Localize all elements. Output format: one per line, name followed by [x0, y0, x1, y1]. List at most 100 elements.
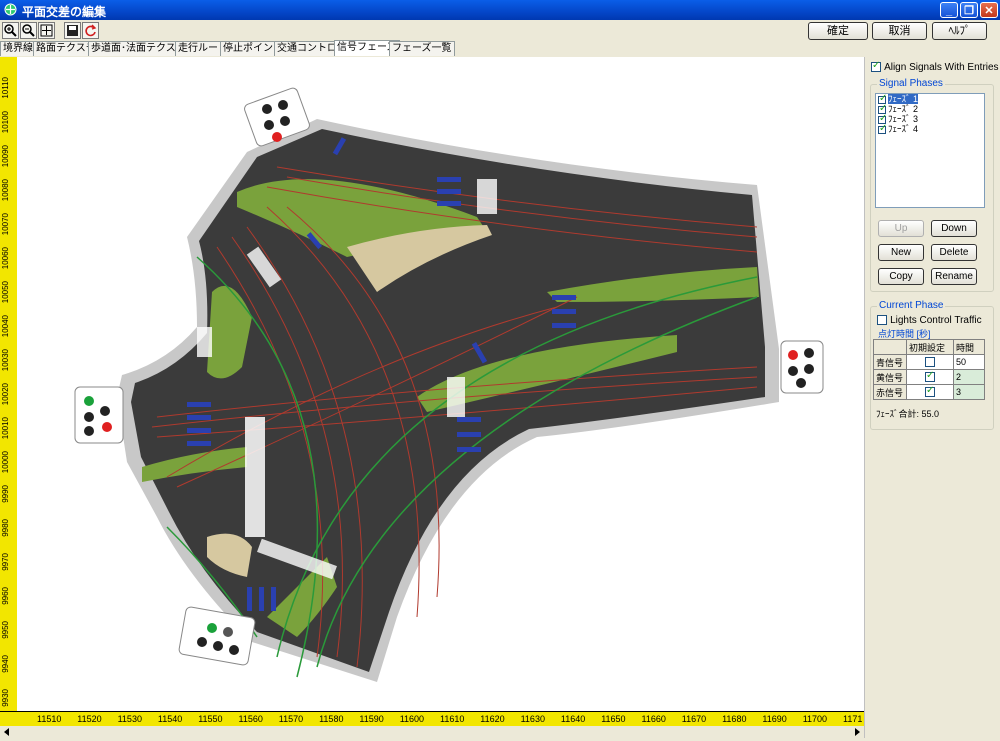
table-row: 青信号 50 — [873, 354, 985, 370]
x-ruler-label: 11700 — [802, 714, 828, 724]
refresh-icon — [85, 24, 97, 37]
signal-phases-title: Signal Phases — [877, 78, 945, 89]
zoom-out-button[interactable] — [20, 22, 37, 39]
y-ruler-label: 9970 — [1, 553, 10, 571]
x-ruler-label: 11530 — [117, 714, 142, 724]
row-init-checkbox[interactable] — [925, 370, 935, 383]
x-ruler-label: 11580 — [319, 714, 344, 724]
app-icon — [4, 3, 17, 16]
row-init-cell[interactable] — [906, 354, 954, 370]
y-ruler-label: 10030 — [1, 349, 10, 372]
y-ruler-label: 10070 — [1, 213, 10, 236]
signal-east — [780, 340, 824, 394]
row-init-cell[interactable] — [906, 369, 954, 385]
delete-button[interactable]: Delete — [931, 244, 977, 261]
row-init-checkbox[interactable] — [925, 357, 935, 368]
lights-control-checkbox[interactable] — [877, 315, 887, 326]
save-button[interactable] — [64, 22, 81, 39]
intersection-canvas[interactable] — [17, 57, 864, 711]
row-init-checkbox[interactable] — [925, 385, 935, 398]
zoom-in-button[interactable] — [2, 22, 19, 39]
horizontal-scrollbar[interactable] — [0, 726, 864, 738]
tab-phase-list[interactable]: フェーズ一覧 — [389, 41, 455, 56]
list-item[interactable]: ﾌｪｰｽﾞ 1 — [876, 94, 984, 104]
row-init-cell[interactable] — [906, 384, 954, 400]
current-phase-title: Current Phase — [877, 300, 946, 311]
col-time-header: 時間 — [953, 339, 985, 355]
maximize-button[interactable]: ❐ — [960, 2, 978, 18]
up-button[interactable]: Up — [878, 220, 924, 237]
phase-label: ﾌｪｰｽﾞ 4 — [888, 124, 919, 134]
tab-boundary[interactable]: 境界線 — [0, 41, 36, 56]
list-item[interactable]: ﾌｪｰｽﾞ 4 — [876, 124, 984, 134]
cancel-button[interactable]: 取消 — [872, 22, 927, 40]
x-ruler-label: 11650 — [601, 714, 626, 724]
y-ruler-label: 9930 — [1, 689, 10, 707]
x-ruler-label: 11510 — [37, 714, 62, 724]
list-item[interactable]: ﾌｪｰｽﾞ 3 — [876, 114, 984, 124]
y-ruler-label: 9990 — [1, 485, 10, 503]
signal-west — [74, 386, 124, 444]
down-button[interactable]: Down — [931, 220, 977, 237]
y-ruler-label: 10100 — [1, 111, 10, 134]
x-ruler-label: 11610 — [440, 714, 465, 724]
lights-control-label: Lights Control Traffic — [890, 315, 982, 326]
y-ruler-label: 10090 — [1, 145, 10, 168]
x-ruler-label: 11670 — [681, 714, 707, 724]
horizontal-ruler: 11510 11520 11530 11540 11550 11560 11570 11580… — [0, 711, 864, 727]
y-ruler-label: 10020 — [1, 383, 10, 406]
rename-button[interactable]: Rename — [931, 268, 977, 285]
phase-checkbox[interactable] — [878, 124, 887, 134]
x-ruler-label: 11680 — [722, 714, 747, 724]
table-row: 赤信号 3 — [873, 384, 985, 400]
row-label: 黄信号 — [873, 369, 907, 385]
row-label: 青信号 — [873, 354, 907, 370]
ok-button[interactable]: 確定 — [808, 22, 868, 40]
y-ruler-label: 10110 — [1, 77, 10, 99]
phase-list[interactable]: ﾌｪｰｽﾞ 1ﾌｪｰｽﾞ 2ﾌｪｰｽﾞ 3ﾌｪｰｽﾞ 4 — [875, 93, 985, 208]
x-ruler-label: 11600 — [399, 714, 425, 724]
row-label: 赤信号 — [873, 384, 907, 400]
row-time-cell[interactable]: 3 — [953, 384, 985, 400]
x-ruler-label: 11620 — [480, 714, 505, 724]
x-ruler-label: 11540 — [157, 714, 183, 724]
table-row: 黄信号 2 — [873, 369, 985, 385]
timing-corner — [873, 339, 907, 355]
fit-view-button[interactable] — [38, 22, 55, 39]
phase-label: ﾌｪｰｽﾞ 3 — [888, 114, 919, 124]
col-init-header: 初期設定 — [906, 339, 954, 355]
align-signals-option[interactable]: Align Signals With Entries — [871, 60, 999, 73]
zoom-out-icon — [22, 24, 35, 37]
fit-view-icon — [40, 24, 53, 37]
close-button[interactable]: ✕ — [980, 2, 998, 18]
y-ruler-label: 10010 — [1, 417, 10, 440]
x-ruler-label: 11660 — [641, 714, 666, 724]
x-ruler-label: 1171 — [843, 714, 863, 724]
x-ruler-label: 11550 — [198, 714, 223, 724]
list-item[interactable]: ﾌｪｰｽﾞ 2 — [876, 104, 984, 114]
x-ruler-label: 11630 — [520, 714, 545, 724]
y-ruler-label: 9950 — [1, 621, 10, 639]
zoom-in-icon — [4, 24, 17, 37]
intersection-drawing — [74, 87, 824, 682]
y-ruler-label: 10040 — [1, 315, 10, 338]
new-button[interactable]: New — [878, 244, 924, 261]
row-time-cell[interactable]: 2 — [953, 369, 985, 385]
y-ruler-label: 10000 — [1, 451, 10, 474]
phase-label: ﾌｪｰｽﾞ 2 — [888, 104, 919, 114]
row-time-cell[interactable]: 50 — [953, 354, 985, 370]
help-button[interactable]: ﾍﾙﾌﾟ — [932, 22, 987, 40]
align-signals-checkbox[interactable] — [871, 60, 881, 73]
x-ruler-label: 11520 — [77, 714, 102, 724]
y-ruler-label: 9980 — [1, 519, 10, 537]
refresh-button[interactable] — [82, 22, 99, 39]
save-icon — [67, 25, 78, 36]
y-ruler-label: 10050 — [1, 281, 10, 304]
timing-table: 初期設定 時間 青信号 50 黄信号 2 赤信号 3 — [873, 339, 985, 400]
vertical-ruler: 10110 10100 10090 10080 10070 10060 10050 10040… — [0, 57, 18, 711]
copy-button[interactable]: Copy — [878, 268, 924, 285]
x-ruler-label: 11570 — [278, 714, 304, 724]
window-title: 平面交差の編集 — [22, 5, 107, 19]
minimize-button[interactable]: _ — [940, 2, 958, 18]
lights-control-option[interactable]: Lights Control Traffic — [877, 314, 982, 326]
